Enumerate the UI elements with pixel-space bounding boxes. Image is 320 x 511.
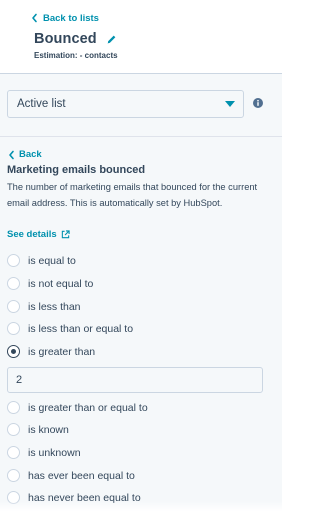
chevron-left-icon — [9, 150, 14, 159]
list-type-value: Active list — [17, 98, 66, 110]
property-name: Marketing emails bounced — [7, 164, 146, 176]
back-to-lists-label: Back to lists — [43, 12, 99, 24]
back-label: Back — [19, 149, 42, 160]
list-editor: Back to lists Bounced Estimation: - cont… — [0, 0, 282, 511]
section-divider — [0, 136, 282, 137]
operator-label: is less than or equal to — [28, 322, 134, 335]
back-link[interactable]: Back — [8, 149, 42, 160]
radio-button-selected[interactable] — [7, 345, 20, 358]
radio-button[interactable] — [7, 469, 20, 482]
radio-button[interactable] — [7, 322, 20, 335]
external-link-icon — [61, 230, 70, 239]
radio-button[interactable] — [7, 300, 20, 313]
chevron-left-icon — [32, 13, 37, 23]
operator-is-equal-to[interactable]: is equal to — [7, 254, 76, 267]
radio-button[interactable] — [7, 277, 20, 290]
operator-is-less-than-or-equal-to[interactable]: is less than or equal to — [7, 322, 133, 335]
radio-button[interactable] — [7, 254, 20, 267]
radio-button[interactable] — [7, 423, 20, 436]
operator-label: has ever been equal to — [28, 469, 135, 482]
see-details-link[interactable]: See details — [7, 229, 70, 240]
pencil-icon[interactable] — [106, 34, 117, 45]
list-name: Bounced — [34, 31, 97, 47]
see-details-label: See details — [7, 229, 57, 240]
list-header: Back to lists Bounced Estimation: - cont… — [0, 0, 282, 73]
operator-is-less-than[interactable]: is less than — [7, 300, 81, 313]
operator-is-known[interactable]: is known — [7, 423, 69, 436]
operator-label: is not equal to — [28, 277, 94, 290]
title-row: Bounced — [34, 31, 117, 47]
filter-panel: Active list Back Marketing emails bounce… — [0, 73, 282, 511]
operator-label: is less than — [28, 300, 81, 313]
operator-label: is greater than or equal to — [28, 401, 148, 414]
radio-button[interactable] — [7, 401, 20, 414]
property-description: The number of marketing emails that boun… — [7, 182, 258, 208]
caret-down-icon — [225, 101, 235, 107]
info-icon[interactable] — [253, 98, 263, 108]
operator-is-unknown[interactable]: is unknown — [7, 446, 81, 459]
operator-has-ever-been-equal-to[interactable]: has ever been equal to — [7, 469, 135, 482]
operator-label: is greater than — [28, 345, 96, 358]
back-to-lists-link[interactable]: Back to lists — [31, 10, 99, 26]
value-input[interactable] — [7, 367, 263, 393]
list-type-select[interactable]: Active list — [7, 90, 244, 118]
operator-is-greater-than[interactable]: is greater than — [7, 345, 95, 358]
operator-is-greater-than-or-equal-to[interactable]: is greater than or equal to — [7, 401, 148, 414]
operator-is-not-equal-to[interactable]: is not equal to — [7, 277, 93, 290]
estimation-text: Estimation: - contacts — [34, 51, 118, 60]
operator-label: is equal to — [28, 254, 76, 267]
scroll-fade — [0, 501, 282, 511]
radio-button[interactable] — [7, 446, 20, 459]
operator-label: is unknown — [28, 446, 81, 459]
operator-label: is known — [28, 423, 69, 436]
